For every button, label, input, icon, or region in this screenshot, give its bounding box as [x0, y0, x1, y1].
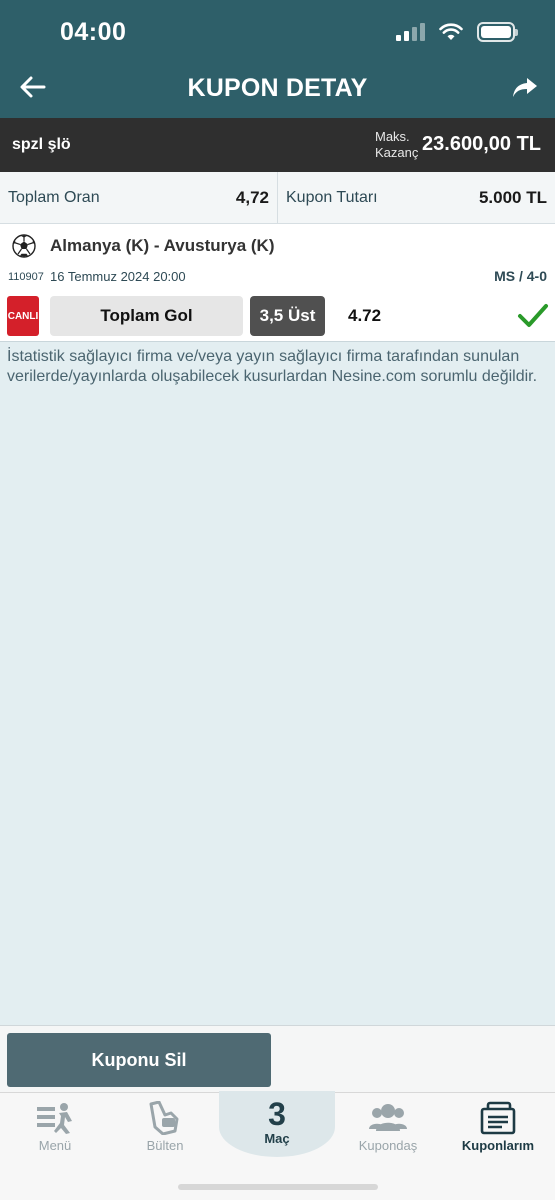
action-area: Kuponu Sil [0, 1025, 555, 1092]
match-code: 110907 [8, 271, 44, 283]
cellular-signal-icon [396, 23, 425, 41]
match-date: 16 Temmuz 2024 20:00 [50, 269, 186, 284]
status-time: 04:00 [60, 18, 127, 46]
match-count-label: Maç [264, 1131, 290, 1146]
max-win-label: Maks. Kazanç [375, 129, 419, 160]
soccer-ball-icon [12, 234, 36, 258]
disclaimer-text: İstatistik sağlayıcı firma ve/veya yayın… [7, 348, 538, 385]
app-header: 04:00 KUPON DETAY [0, 0, 555, 118]
delete-coupon-button[interactable]: Kuponu Sil [7, 1033, 271, 1087]
wifi-icon [439, 23, 463, 40]
coupon-stake: Kupon Tutarı 5.000 TL [277, 172, 555, 223]
status-icons [396, 22, 518, 42]
tab-bulletin[interactable]: Bülten [110, 1093, 220, 1157]
tab-kupondas[interactable]: Kupondaş [333, 1093, 443, 1157]
live-badge: CANLI [7, 296, 39, 336]
match-result: MS / 4-0 [494, 268, 547, 284]
selected-match-count: 3 [268, 1096, 286, 1132]
coupon-name-bar: spzl şlö Maks. Kazanç 23.600,00 TL [0, 118, 555, 172]
home-indicator [178, 1184, 378, 1190]
bulletin-icon [149, 1101, 179, 1135]
tab-kuponlarim[interactable]: Kuponlarım [443, 1093, 553, 1157]
page-title: KUPON DETAY [187, 74, 368, 102]
tab-match-count[interactable]: 3 Maç [219, 1091, 335, 1157]
share-icon[interactable] [511, 74, 539, 102]
bottom-tab-bar: Menü Bülten 3 Maç Kupondaş Kuponlarım [0, 1091, 555, 1200]
stake-label: Kupon Tutarı [286, 188, 378, 206]
menu-icon [37, 1103, 72, 1134]
check-icon [518, 304, 548, 327]
total-odds-value: 4,72 [235, 187, 269, 207]
match-card: Almanya (K) - Avusturya (K) 110907 16 Te… [0, 224, 555, 342]
stake-value: 5.000 TL [478, 187, 547, 207]
coupons-icon [480, 1101, 516, 1135]
match-teams[interactable]: Almanya (K) - Avusturya (K) [50, 236, 275, 256]
selected-pick: 3,5 Üst [250, 296, 325, 336]
people-group-icon [369, 1104, 407, 1131]
coupon-name: spzl şlö [12, 136, 71, 153]
total-odds: Toplam Oran 4,72 [0, 172, 277, 223]
market-name: Toplam Gol [50, 296, 243, 336]
battery-icon [477, 22, 518, 42]
coupon-summary: Toplam Oran 4,72 Kupon Tutarı 5.000 TL [0, 172, 555, 224]
total-odds-label: Toplam Oran [8, 188, 100, 206]
max-win-value: 23.600,00 TL [422, 133, 541, 155]
pick-odd: 4.72 [348, 306, 382, 325]
tab-menu[interactable]: Menü [0, 1093, 110, 1157]
